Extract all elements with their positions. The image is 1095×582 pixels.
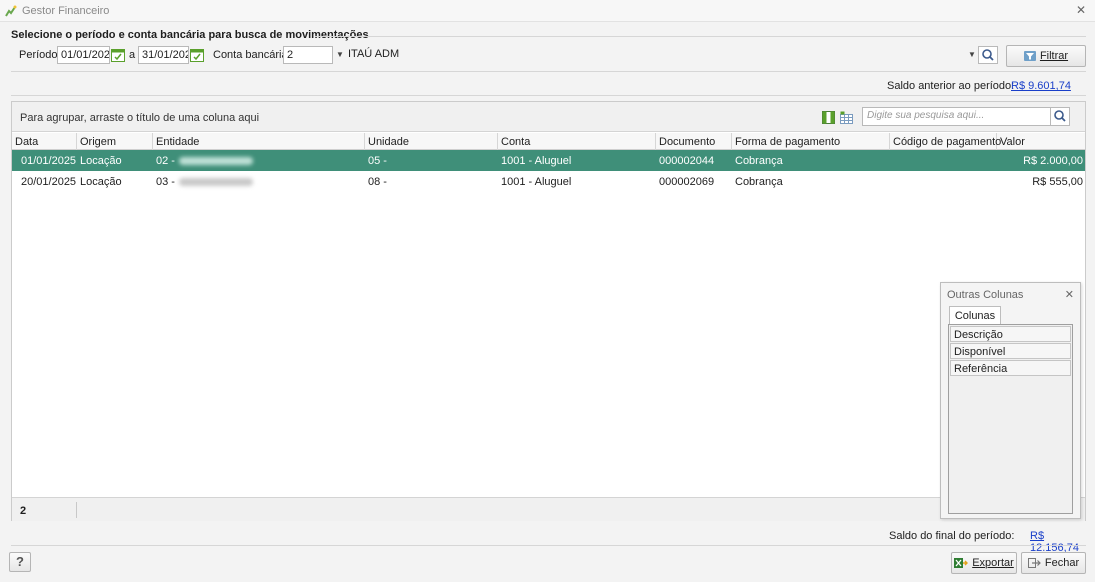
redacted-text	[178, 178, 253, 187]
window-title: Gestor Financeiro	[22, 5, 110, 17]
periodo-label: Período:	[19, 49, 61, 61]
cell-conta: 1001 - Aluguel	[501, 176, 572, 188]
filter-section-title: Selecione o período e conta bancária par…	[11, 29, 369, 41]
grid-footer: 2	[12, 497, 1085, 521]
chevron-down-icon[interactable]: ▼	[966, 46, 978, 64]
title-bar: Gestor Financeiro ✕	[0, 0, 1095, 22]
column-item-referencia[interactable]: Referência	[950, 360, 1071, 376]
filter-bar: Período: 01/01/2025 a 31/01/2025 Conta b…	[0, 45, 1095, 67]
export-excel-icon	[954, 558, 969, 568]
fechar-button[interactable]: Fechar	[1021, 552, 1086, 574]
divider	[11, 71, 1086, 72]
cell-unidade: 08 -	[368, 176, 387, 188]
cell-data: 01/01/2025	[21, 155, 77, 167]
column-header-entidade[interactable]: Entidade	[153, 133, 365, 150]
conta-search-button[interactable]	[978, 46, 998, 64]
table-row[interactable]: 01/01/2025 Locação 02 - 05 - 1001 - Alug…	[12, 150, 1085, 171]
cell-valor: R$ 555,00	[1032, 176, 1083, 188]
exportar-button[interactable]: Exportar	[951, 552, 1017, 574]
cell-valor: R$ 2.000,00	[1023, 155, 1083, 167]
saldo-anterior-label: Saldo anterior ao período:	[887, 80, 1015, 92]
column-header-row: Data Origem Entidade Unidade Conta Docum…	[12, 133, 1085, 150]
search-icon	[982, 49, 994, 61]
column-header-codigo-pagamento[interactable]: Código de pagamento	[890, 133, 1001, 150]
between-label: a	[129, 49, 136, 61]
column-item-descricao[interactable]: Descrição	[950, 326, 1071, 342]
column-header-valor[interactable]: Valor	[997, 133, 1085, 150]
date-to-input[interactable]: 31/01/2025	[138, 46, 189, 64]
redacted-text	[178, 157, 253, 166]
close-window-icon[interactable]: ✕	[1075, 4, 1087, 16]
column-header-unidade[interactable]: Unidade	[365, 133, 498, 150]
cell-origem: Locação	[80, 155, 122, 167]
column-header-conta[interactable]: Conta	[498, 133, 656, 150]
column-header-origem[interactable]: Origem	[77, 133, 153, 150]
column-chooser-icon[interactable]	[822, 111, 835, 124]
grid-search-input[interactable]: Digite sua pesquisa aqui...	[862, 107, 1070, 126]
column-list: Descrição Disponível Referência	[948, 324, 1073, 514]
column-header-forma-pagamento[interactable]: Forma de pagamento	[732, 133, 890, 150]
fechar-label: Fechar	[1044, 557, 1080, 569]
cell-entidade: 02 -	[156, 155, 253, 167]
saldo-final-label: Saldo do final do período:	[889, 530, 1015, 542]
footer-separator	[76, 502, 77, 518]
filter-icon	[1023, 51, 1036, 61]
filtrar-button[interactable]: Filtrar	[1006, 45, 1086, 67]
group-panel[interactable]: Para agrupar, arraste o título de uma co…	[12, 102, 1085, 132]
calendar-icon[interactable]	[189, 47, 205, 63]
cell-unidade: 05 -	[368, 155, 387, 167]
cell-documento: 000002044	[659, 155, 715, 167]
cell-conta: 1001 - Aluguel	[501, 155, 572, 167]
conta-code-input[interactable]: 2	[283, 46, 333, 64]
row-count: 2	[20, 505, 27, 517]
grid-search-button[interactable]	[1050, 107, 1070, 126]
column-item-disponivel[interactable]: Disponível	[950, 343, 1071, 359]
date-from-input[interactable]: 01/01/2025	[57, 46, 110, 64]
grid-layout-icon[interactable]	[840, 111, 853, 124]
cell-forma-pagamento: Cobrança	[735, 155, 783, 167]
conta-bancaria-label: Conta bancária:	[213, 49, 291, 61]
divider	[11, 545, 1086, 546]
table-row[interactable]: 20/01/2025 Locação 03 - 08 - 1001 - Alug…	[12, 171, 1085, 192]
close-icon[interactable]: ✕	[1065, 288, 1074, 301]
saldo-final-value[interactable]: R$ 12.156,74	[1030, 530, 1095, 554]
outras-colunas-panel: Outras Colunas ✕ Colunas Descrição Dispo…	[940, 282, 1081, 519]
section-divider	[315, 36, 1086, 37]
calendar-icon[interactable]	[110, 47, 126, 63]
tab-colunas[interactable]: Colunas	[949, 306, 1001, 325]
conta-name-field: ITAÚ ADM	[348, 48, 400, 60]
divider	[11, 95, 1086, 96]
saldo-anterior-value[interactable]: R$ 9.601,74	[1011, 80, 1071, 92]
filtrar-label: Filtrar	[1039, 50, 1069, 62]
exit-icon	[1027, 558, 1041, 568]
column-header-documento[interactable]: Documento	[656, 133, 732, 150]
group-hint: Para agrupar, arraste o título de uma co…	[20, 112, 260, 124]
cell-entidade: 03 -	[156, 176, 253, 188]
exportar-label: Exportar	[972, 557, 1014, 569]
help-button[interactable]: ?	[9, 552, 31, 572]
outras-colunas-title: Outras Colunas	[947, 289, 1024, 301]
column-header-data[interactable]: Data	[12, 133, 77, 150]
cell-data: 20/01/2025	[21, 176, 77, 188]
search-icon	[1054, 110, 1066, 122]
app-logo-icon	[5, 5, 17, 17]
cell-documento: 000002069	[659, 176, 715, 188]
transactions-grid: Para agrupar, arraste o título de uma co…	[11, 101, 1086, 521]
cell-origem: Locação	[80, 176, 122, 188]
cell-forma-pagamento: Cobrança	[735, 176, 783, 188]
